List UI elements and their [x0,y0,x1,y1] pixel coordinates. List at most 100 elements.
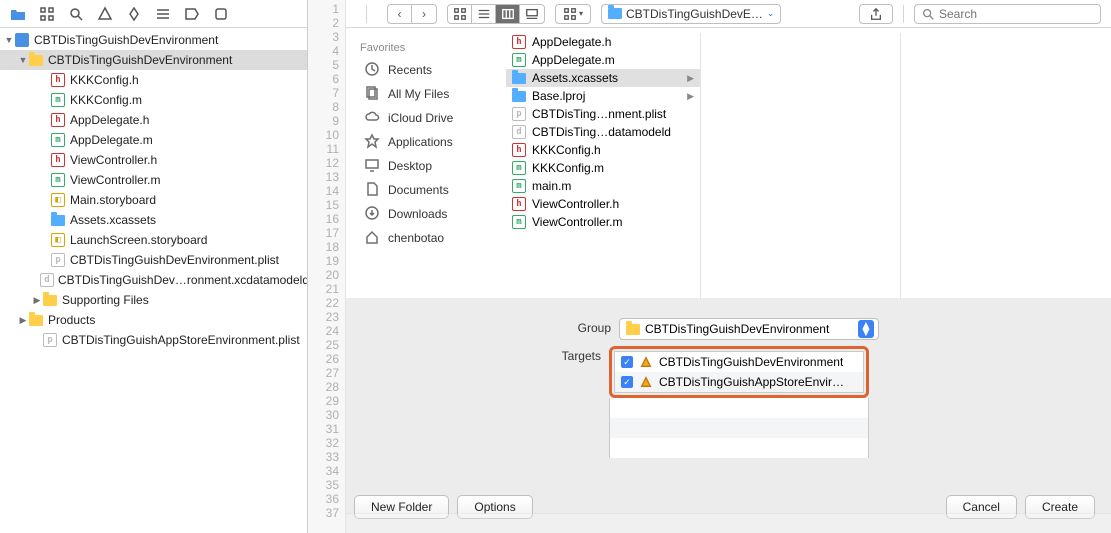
favorites-title: Favorites [346,38,506,58]
file-item-label: ViewController.m [532,215,700,229]
group-folder-label: CBTDisTingGuishDevEnvironment [48,53,232,67]
nav-file[interactable]: hViewController.h [0,150,307,170]
project-root-label: CBTDisTingGuishDevEnvironment [34,33,218,47]
supporting-files-folder[interactable]: ▶ Supporting Files [0,290,307,310]
file-browser: Favorites RecentsAll My Files iCloud Driv… [346,28,1111,533]
favorites-item[interactable]: Documents [346,178,506,202]
project-root[interactable]: ▼ CBTDisTingGuishDevEnvironment [0,30,307,50]
extra-plist-file[interactable]: p CBTDisTingGuishAppStoreEnvironment.pli… [0,330,307,350]
nav-file-label: AppDelegate.h [70,113,149,127]
file-item[interactable]: mKKKConfig.m [506,159,700,177]
favorites-item[interactable]: iCloud Drive [346,106,506,130]
file-item[interactable]: dCBTDisTing…datamodeld [506,123,700,141]
favorite-icon [364,229,380,248]
file-item-label: KKKConfig.h [532,143,700,157]
nav-file-label: CBTDisTingGuishDev…ronment.xcdatamodeld [58,273,307,287]
folder-icon [626,324,640,335]
file-item[interactable]: mAppDelegate.m [506,51,700,69]
search-field[interactable] [914,4,1101,24]
favorite-label: iCloud Drive [388,111,453,125]
nav-file[interactable]: mKKKConfig.m [0,90,307,110]
report-navigator-icon[interactable] [213,6,229,22]
nav-file[interactable]: dCBTDisTingGuishDev…ronment.xcdatamodeld [0,270,307,290]
group-select[interactable]: CBTDisTingGuishDevEnvironment ▲▼ [619,318,879,340]
favorites-item[interactable]: Recents [346,58,506,82]
file-item-label: AppDelegate.m [532,53,700,67]
project-navigator: ▼ CBTDisTingGuishDevEnvironment ▼ CBTDis… [0,0,308,533]
favorites-item[interactable]: chenbotao [346,226,506,250]
arrange-button[interactable]: ▾ [556,5,590,23]
file-item-label: Assets.xcassets [532,71,700,85]
folder-navigator-icon[interactable] [10,6,26,22]
group-folder[interactable]: ▼ CBTDisTingGuishDevEnvironment [0,50,307,70]
arrange-menu[interactable]: ▾ [555,4,591,24]
targets-list[interactable]: ✓CBTDisTingGuishDevEnvironment✓CBTDisTin… [614,351,864,393]
gallery-view-button[interactable] [520,5,544,23]
nav-file[interactable]: ◧Main.storyboard [0,190,307,210]
issue-navigator-icon[interactable] [97,6,113,22]
favorites-item[interactable]: Downloads [346,202,506,226]
favorite-icon [364,181,380,200]
target-row[interactable]: ✓CBTDisTingGuishDevEnvironment [615,352,863,372]
nav-file[interactable]: mViewController.m [0,170,307,190]
target-row[interactable]: ✓CBTDisTingGuishAppStoreEnvir… [615,372,863,392]
nav-file-label: KKKConfig.m [70,93,142,107]
target-checkbox[interactable]: ✓ [621,356,633,368]
forward-button[interactable]: › [412,5,436,23]
nav-file[interactable]: hKKKConfig.h [0,70,307,90]
favorites-item[interactable]: Desktop [346,154,506,178]
favorite-icon [364,157,380,176]
column-view-button[interactable] [496,5,520,23]
chevron-down-icon: ⌄ [767,8,775,19]
nav-file-label: Main.storyboard [70,193,156,207]
favorites-item[interactable]: Applications [346,130,506,154]
path-dropdown[interactable]: CBTDisTingGuishDevE… ⌄ [601,4,781,24]
file-item[interactable]: hViewController.h [506,195,700,213]
targets-row: Targets ✓CBTDisTingGuishDevEnvironment✓C… [551,346,869,458]
favorites-item[interactable]: All My Files [346,82,506,106]
icon-view-button[interactable] [448,5,472,23]
nav-file[interactable]: mAppDelegate.m [0,130,307,150]
file-item[interactable]: hAppDelegate.h [506,33,700,51]
file-item[interactable]: Base.lproj▶ [506,87,700,105]
nav-file[interactable]: hAppDelegate.h [0,110,307,130]
nav-file-label: ViewController.h [70,153,157,167]
favorite-label: Applications [388,135,453,149]
nav-file[interactable]: Assets.xcassets [0,210,307,230]
products-label: Products [48,313,95,327]
debug-navigator-icon[interactable] [155,6,171,22]
app-icon [639,355,653,369]
favorite-label: Desktop [388,159,432,173]
file-item[interactable]: Assets.xcassets▶ [506,69,700,87]
file-tree[interactable]: ▼ CBTDisTingGuishDevEnvironment ▼ CBTDis… [0,28,307,533]
file-item[interactable]: mmain.m [506,177,700,195]
nav-file[interactable]: ◧LaunchScreen.storyboard [0,230,307,250]
file-item-label: main.m [532,179,700,193]
chevron-right-icon: ▶ [687,91,694,102]
products-folder[interactable]: ▶ Products [0,310,307,330]
nav-back-forward[interactable]: ‹ › [387,4,437,24]
file-item[interactable]: hKKKConfig.h [506,141,700,159]
group-label: Group [561,318,611,335]
nav-file-label: ViewController.m [70,173,160,187]
targets-highlight-box: ✓CBTDisTingGuishDevEnvironment✓CBTDisTin… [609,346,869,398]
file-item[interactable]: mViewController.m [506,213,700,231]
search-navigator-icon[interactable] [68,6,84,22]
navigator-toolbar [0,0,307,28]
test-navigator-icon[interactable] [126,6,142,22]
symbol-navigator-icon[interactable] [39,6,55,22]
extra-plist-label: CBTDisTingGuishAppStoreEnvironment.plist [62,333,300,347]
favorite-icon [364,205,380,224]
breakpoint-navigator-icon[interactable] [184,6,200,22]
favorite-icon [364,133,380,152]
file-item[interactable]: pCBTDisTing…nment.plist [506,105,700,123]
list-view-button[interactable] [472,5,496,23]
nav-file[interactable]: pCBTDisTingGuishDevEnvironment.plist [0,250,307,270]
file-item-label: ViewController.h [532,197,700,211]
search-icon [921,7,935,21]
back-button[interactable]: ‹ [388,5,412,23]
target-checkbox[interactable]: ✓ [621,376,633,388]
share-button[interactable] [859,4,893,24]
search-input[interactable] [939,7,1094,21]
view-mode-segmented[interactable] [447,4,545,24]
